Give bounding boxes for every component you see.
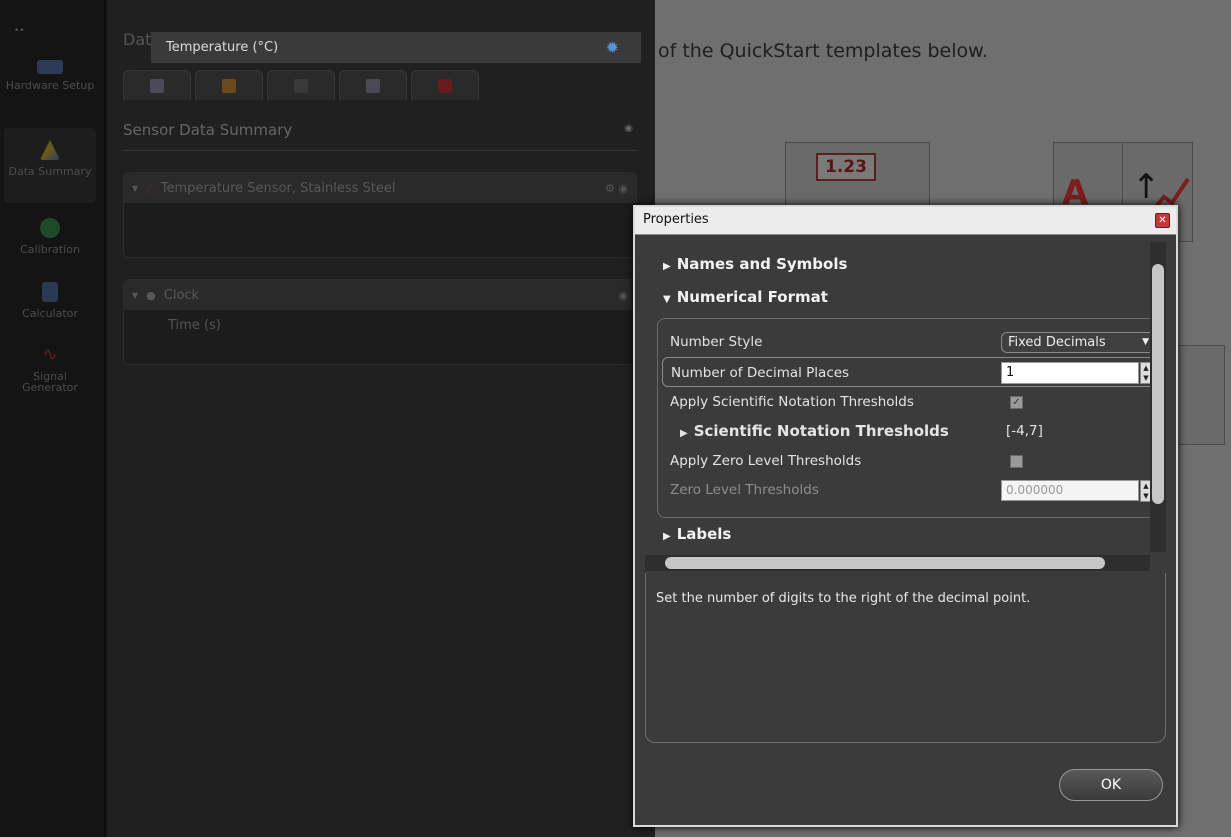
data-summary-panel: Data Summary Sensor Data Summary ◉ ▼ ╱ T… — [107, 0, 655, 837]
group-header[interactable]: ▼ ╱ Temperature Sensor, Stainless Steel … — [124, 173, 636, 203]
sensor-group-clock: ▼ ● Clock ◉ Time (s) — [123, 279, 637, 365]
category-label: Numerical Format — [676, 288, 828, 306]
apply-zero-checkbox[interactable] — [1010, 455, 1023, 468]
left-rail: •• Hardware Setup Data Summary Calibrati… — [0, 0, 105, 837]
expand-triangle-icon: ▶ — [680, 428, 688, 439]
group-title: Temperature Sensor, Stainless Steel — [160, 180, 396, 196]
zero-thresholds-input[interactable]: 0.000000 — [1001, 480, 1139, 501]
rail-item-calculator[interactable]: Calculator — [0, 282, 100, 319]
measurement-row-temperature[interactable]: Temperature (°C) ✹ — [151, 32, 641, 63]
calculator-icon — [42, 282, 58, 302]
property-label: Zero Level Thresholds — [670, 482, 819, 498]
rail-item-calibration[interactable]: Calibration — [0, 218, 100, 255]
rail-item-signal-generator[interactable]: ∿ Signal Generator — [0, 344, 100, 394]
eye-icon[interactable]: ⚙ ◉ — [605, 182, 628, 195]
tab-calculator[interactable] — [267, 70, 335, 100]
tab-chart[interactable] — [411, 70, 479, 100]
decimal-places-input[interactable]: 1 — [1001, 362, 1139, 384]
close-icon[interactable]: ✕ — [1155, 213, 1170, 228]
scrollbar-thumb[interactable] — [1152, 264, 1164, 504]
bar-chart-icon — [438, 78, 452, 93]
group-title: Clock — [163, 287, 200, 303]
divider — [123, 150, 637, 151]
property-label: Number of Decimal Places — [671, 365, 850, 381]
eye-icon[interactable]: ◉ — [618, 289, 628, 302]
signal-generator-icon: ∿ — [42, 344, 58, 365]
properties-list: ▶ Names and Symbols ▼ Numerical Format Num… — [645, 237, 1166, 580]
calculator-icon — [294, 78, 308, 93]
chevron-down-icon: ▼ — [1142, 337, 1149, 347]
hardware-setup-icon — [37, 60, 63, 74]
rail-item-label: Calibration — [20, 243, 80, 256]
hand-icon — [366, 78, 380, 93]
dialog-title: Properties — [635, 207, 1176, 235]
rail-item-data-summary[interactable]: Data Summary — [4, 128, 96, 203]
category-label: Names and Symbols — [676, 255, 848, 273]
horizontal-scrollbar[interactable] — [645, 555, 1150, 571]
rail-grip-icon[interactable]: •• — [14, 26, 30, 36]
property-apply-zero-level: Apply Zero Level Thresholds — [658, 446, 1164, 476]
property-number-style: Number Style Fixed Decimals ▼ — [658, 327, 1164, 357]
tab-hand[interactable] — [339, 70, 407, 100]
numerical-format-group: Number Style Fixed Decimals ▼ Number of … — [657, 318, 1165, 518]
category-names-and-symbols[interactable]: ▶ Names and Symbols — [663, 255, 847, 273]
group-header[interactable]: ▼ ● Clock ◉ — [124, 280, 636, 310]
property-description: Set the number of digits to the right of… — [656, 591, 1031, 606]
digits-sample: 1.23 — [816, 153, 876, 181]
thresholds-value: [-4,7] — [1006, 423, 1043, 439]
select-value: Fixed Decimals — [1008, 335, 1106, 350]
tab-edit[interactable] — [195, 70, 263, 100]
property-label: Apply Zero Level Thresholds — [670, 453, 862, 469]
property-label: Scientific Notation Thresholds — [693, 422, 949, 440]
collapse-triangle-icon[interactable]: ▼ — [132, 184, 138, 193]
apply-sci-checkbox[interactable]: ✓ — [1010, 396, 1023, 409]
rail-item-label: Data Summary — [8, 165, 92, 178]
panel-tabs — [123, 70, 479, 100]
properties-dialog: Properties ✕ ▶ Names and Symbols ▼ Numeric… — [633, 205, 1178, 827]
sensor-group-temperature: ▼ ╱ Temperature Sensor, Stainless Steel … — [123, 172, 637, 258]
property-apply-scientific-notation: Apply Scientific Notation Thresholds ✓ — [658, 387, 1164, 417]
sensor-probe-icon — [150, 78, 164, 93]
property-zero-level-thresholds: Zero Level Thresholds 0.000000 ▲ ▼ — [658, 475, 1164, 505]
number-style-select[interactable]: Fixed Decimals ▼ — [1001, 332, 1156, 353]
calibration-icon — [40, 218, 60, 238]
clock-icon: ● — [146, 288, 156, 302]
property-scientific-thresholds[interactable]: ▶ Scientific Notation Thresholds [-4,7] — [658, 416, 1164, 446]
temperature-probe-icon: ╱ — [146, 181, 153, 195]
eye-icon[interactable]: ◉ — [624, 123, 633, 134]
property-description-box: Set the number of digits to the right of… — [645, 573, 1166, 743]
quickstart-instructions: of the QuickStart templates below. — [658, 40, 988, 62]
rail-item-label: Calculator — [22, 307, 78, 320]
expand-triangle-icon: ▶ — [663, 531, 671, 542]
rail-item-label: Hardware Setup — [5, 79, 95, 92]
category-label: Labels — [676, 525, 732, 543]
collapse-triangle-icon[interactable]: ▼ — [132, 291, 138, 300]
expand-triangle-icon: ▶ — [663, 261, 671, 272]
property-label: Apply Scientific Notation Thresholds — [670, 394, 914, 410]
gear-icon[interactable]: ✹ — [606, 32, 619, 63]
ok-button[interactable]: OK — [1059, 769, 1163, 801]
category-labels[interactable]: ▶ Labels — [663, 525, 731, 543]
measurement-label: Temperature (°C) — [166, 40, 279, 55]
template-tile-partial[interactable] — [1170, 345, 1225, 445]
scrollbar-thumb[interactable] — [665, 557, 1105, 569]
data-summary-icon — [40, 140, 60, 160]
measurement-label[interactable]: Time (s) — [168, 318, 221, 333]
tab-sensors[interactable] — [123, 70, 191, 100]
property-label: Number Style — [670, 334, 763, 350]
collapse-triangle-icon: ▼ — [663, 294, 671, 305]
section-title: Sensor Data Summary — [123, 121, 293, 139]
rail-item-label: Signal Generator — [22, 370, 78, 394]
pencil-icon — [222, 78, 236, 93]
rail-item-hardware-setup[interactable]: Hardware Setup — [0, 60, 100, 91]
category-numerical-format[interactable]: ▼ Numerical Format — [663, 288, 828, 306]
vertical-scrollbar[interactable] — [1150, 242, 1166, 552]
property-decimal-places: Number of Decimal Places 1 ▲ ▼ — [662, 357, 1158, 387]
